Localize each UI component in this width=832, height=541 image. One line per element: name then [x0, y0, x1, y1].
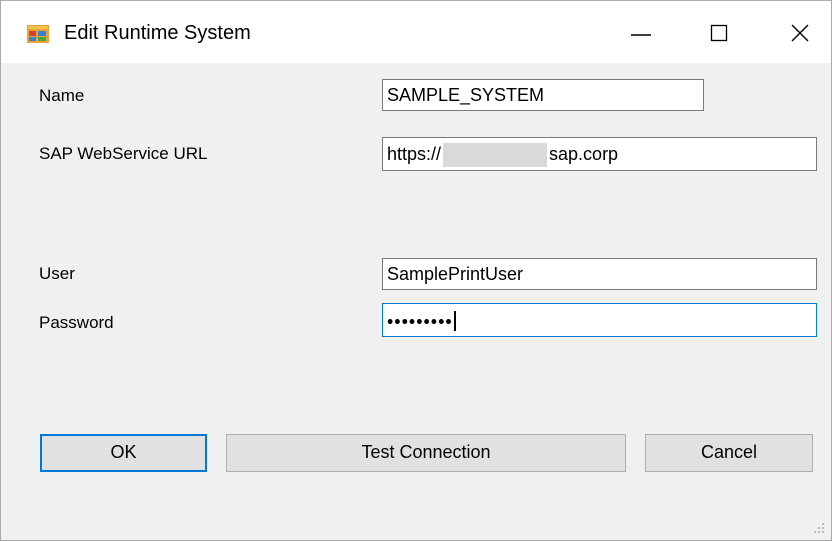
name-field-value: SAMPLE_SYSTEM: [387, 85, 545, 105]
maximize-button[interactable]: [674, 1, 760, 63]
url-label: SAP WebService URL: [39, 144, 208, 163]
resize-grip-icon[interactable]: [813, 522, 825, 534]
redacted-region: [443, 143, 548, 168]
user-field[interactable]: SamplePrintUser: [382, 258, 817, 290]
close-icon: [791, 24, 809, 42]
cancel-button[interactable]: Cancel: [645, 434, 813, 472]
maximize-icon: [710, 24, 728, 42]
password-field[interactable]: •••••••••: [382, 303, 817, 337]
ok-button[interactable]: OK: [40, 434, 207, 472]
password-field-value: •••••••••: [387, 311, 453, 332]
close-button[interactable]: [755, 1, 832, 63]
url-field-prefix: https://: [387, 144, 442, 164]
minimize-button[interactable]: [598, 1, 684, 63]
form-window-icon: [27, 25, 49, 43]
window-title: Edit Runtime System: [64, 22, 251, 44]
minimize-icon: [631, 34, 651, 36]
user-label: User: [39, 264, 75, 283]
dialog-window: Edit Runtime System Name SAMPLE_SYSTEM S…: [0, 0, 832, 541]
url-field-suffix: sap.corp: [549, 144, 619, 164]
password-label: Password: [39, 313, 114, 332]
test-connection-button[interactable]: Test Connection: [226, 434, 626, 472]
text-caret: [453, 311, 456, 332]
user-field-value: SamplePrintUser: [387, 264, 524, 284]
title-bar[interactable]: Edit Runtime System: [1, 1, 831, 63]
name-label: Name: [39, 86, 85, 105]
name-field[interactable]: SAMPLE_SYSTEM: [382, 79, 704, 111]
url-field[interactable]: https:// sap.corp: [382, 137, 817, 171]
